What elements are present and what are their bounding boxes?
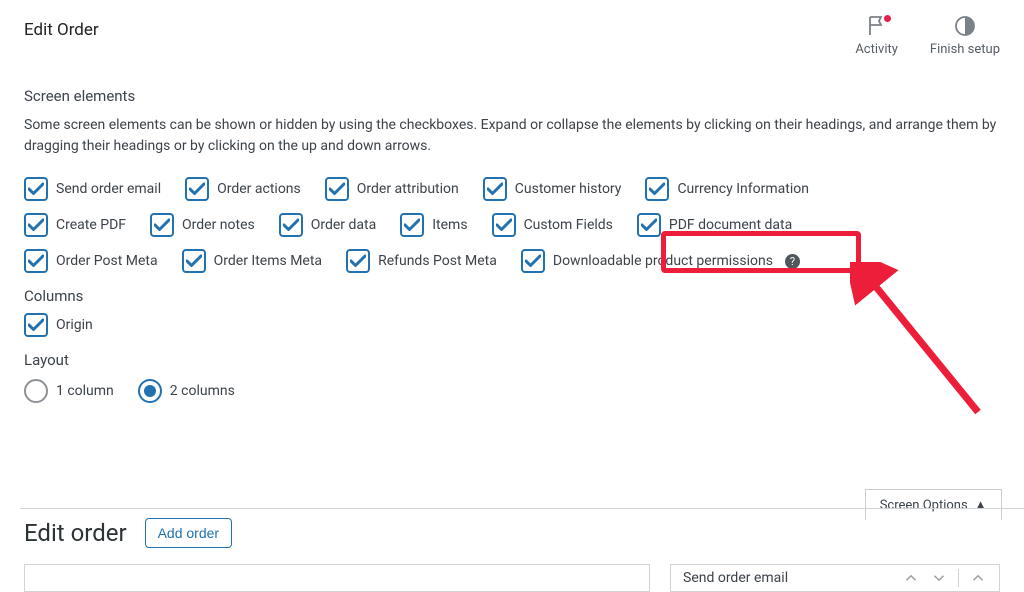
- checkbox-order-attribution[interactable]: Order attribution: [325, 177, 459, 201]
- finish-setup-action[interactable]: Finish setup: [930, 14, 1000, 57]
- checkbox-label: Order data: [311, 217, 377, 233]
- edit-order-heading: Edit order: [24, 519, 127, 547]
- checkbox-label: Currency Information: [677, 181, 809, 197]
- checkbox-create-pdf[interactable]: Create PDF: [24, 213, 126, 237]
- layout-title: Layout: [24, 351, 1000, 369]
- checkbox-box: [24, 249, 48, 273]
- checkbox-order-items-meta[interactable]: Order Items Meta: [182, 249, 322, 273]
- checkbox-label: Items: [432, 217, 467, 233]
- checkbox-label: Refunds Post Meta: [378, 253, 497, 269]
- send-email-panel-header[interactable]: Send order email: [670, 564, 1000, 592]
- layout-radio-2-col[interactable]: 2 columns: [138, 379, 235, 403]
- half-circle-icon: [953, 14, 977, 38]
- checkbox-currency-information[interactable]: Currency Information: [645, 177, 809, 201]
- add-order-button[interactable]: Add order: [145, 518, 232, 548]
- checkbox-downloadable-product-permissions[interactable]: Downloadable product permissions?: [521, 249, 800, 273]
- checkbox-label: Order actions: [217, 181, 301, 197]
- checkbox-box: [346, 249, 370, 273]
- radio-label: 2 columns: [170, 383, 235, 399]
- checkbox-box: [150, 213, 174, 237]
- checkbox-order-post-meta[interactable]: Order Post Meta: [24, 249, 158, 273]
- checkbox-order-actions[interactable]: Order actions: [185, 177, 301, 201]
- checkbox-label: Order Items Meta: [214, 253, 322, 269]
- screen-elements-title: Screen elements: [24, 87, 1000, 105]
- finish-label: Finish setup: [930, 42, 1000, 57]
- checkbox-box: [325, 177, 349, 201]
- help-icon[interactable]: ?: [785, 254, 800, 269]
- checkbox-box: [483, 177, 507, 201]
- checkbox-origin[interactable]: Origin: [24, 313, 93, 337]
- checkbox-refunds-post-meta[interactable]: Refunds Post Meta: [346, 249, 497, 273]
- radio-circle: [138, 379, 162, 403]
- checkbox-order-notes[interactable]: Order notes: [150, 213, 255, 237]
- checkbox-label: Create PDF: [56, 217, 126, 233]
- order-details-panel: [24, 564, 650, 592]
- checkbox-label: Order Post Meta: [56, 253, 158, 269]
- move-up-icon[interactable]: [902, 569, 920, 587]
- checkbox-label: Order attribution: [357, 181, 459, 197]
- send-email-panel-title: Send order email: [683, 570, 788, 586]
- activity-label: Activity: [855, 42, 898, 57]
- checkbox-box: [645, 177, 669, 201]
- checkbox-send-order-email[interactable]: Send order email: [24, 177, 161, 201]
- move-down-icon[interactable]: [930, 569, 948, 587]
- checkbox-items[interactable]: Items: [400, 213, 467, 237]
- separator: [958, 569, 959, 587]
- checkbox-custom-fields[interactable]: Custom Fields: [492, 213, 613, 237]
- columns-title: Columns: [24, 287, 1000, 305]
- checkbox-label: Downloadable product permissions: [553, 253, 773, 269]
- checkbox-box: [24, 177, 48, 201]
- notification-dot: [884, 15, 891, 22]
- checkbox-box: [185, 177, 209, 201]
- checkbox-box: [182, 249, 206, 273]
- checkbox-box: [521, 249, 545, 273]
- checkbox-box: [279, 213, 303, 237]
- checkbox-label: Order notes: [182, 217, 255, 233]
- radio-label: 1 column: [56, 383, 114, 399]
- checkbox-label: Origin: [56, 317, 93, 333]
- activity-action[interactable]: Activity: [855, 14, 898, 57]
- radio-circle: [24, 379, 48, 403]
- checkbox-label: Customer history: [515, 181, 622, 197]
- checkbox-box: [24, 213, 48, 237]
- checkbox-box: [492, 213, 516, 237]
- checkbox-order-data[interactable]: Order data: [279, 213, 377, 237]
- checkbox-box: [24, 313, 48, 337]
- checkbox-label: Send order email: [56, 181, 161, 197]
- layout-radio-1-col[interactable]: 1 column: [24, 379, 114, 403]
- checkbox-customer-history[interactable]: Customer history: [483, 177, 622, 201]
- screen-elements-description: Some screen elements can be shown or hid…: [24, 115, 1000, 157]
- checkbox-box: [637, 213, 661, 237]
- checkbox-label: PDF document data: [669, 217, 792, 233]
- checkbox-label: Custom Fields: [524, 217, 613, 233]
- collapse-icon[interactable]: [969, 569, 987, 587]
- checkbox-pdf-document-data[interactable]: PDF document data: [637, 213, 792, 237]
- page-title: Edit Order: [24, 20, 99, 40]
- checkbox-box: [400, 213, 424, 237]
